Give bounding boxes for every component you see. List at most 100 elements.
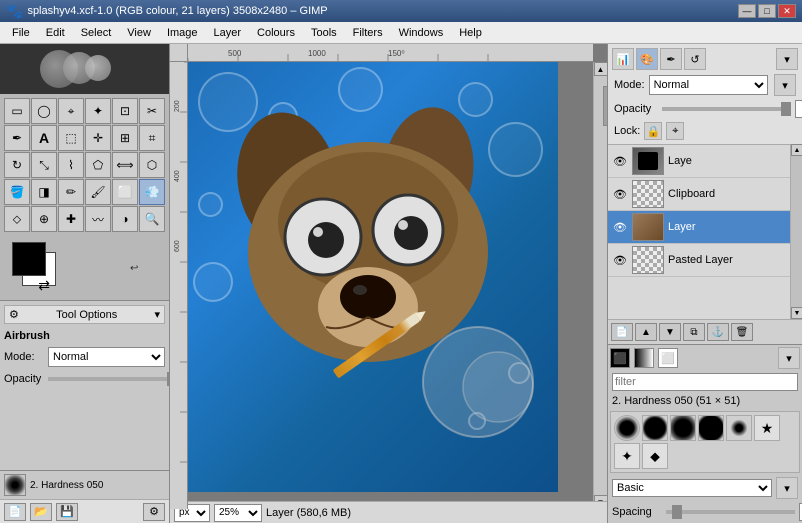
- menu-select[interactable]: Select: [73, 25, 120, 41]
- vscroll-thumb[interactable]: [603, 86, 608, 126]
- menu-colours[interactable]: Colours: [249, 25, 303, 41]
- text-tool[interactable]: A: [31, 125, 57, 151]
- menu-view[interactable]: View: [119, 25, 159, 41]
- anchor-layer-button[interactable]: ⚓: [707, 323, 729, 341]
- menu-file[interactable]: File: [4, 25, 38, 41]
- panel-menu-icon[interactable]: ▾: [776, 48, 798, 70]
- colors-icon[interactable]: 🎨: [636, 48, 658, 70]
- brush-gradient-icon[interactable]: [634, 348, 654, 368]
- layer-item[interactable]: 👁 Layer: [608, 211, 790, 244]
- shear-tool[interactable]: ⌇: [58, 152, 84, 178]
- layers-vscroll[interactable]: ▲ ▼: [790, 144, 802, 319]
- brush-item[interactable]: ★: [754, 415, 780, 441]
- heal-tool[interactable]: ✚: [58, 206, 84, 232]
- perspective-tool[interactable]: ⬠: [85, 152, 111, 178]
- layer-visibility-icon[interactable]: 👁: [612, 186, 628, 202]
- menu-tools[interactable]: Tools: [303, 25, 345, 41]
- foreground-color[interactable]: [12, 242, 46, 276]
- mode-select[interactable]: Normal Multiply Screen: [48, 347, 165, 367]
- maximize-button[interactable]: □: [758, 4, 776, 18]
- minimize-button[interactable]: —: [738, 4, 756, 18]
- brush-tags-select[interactable]: Basic: [612, 479, 772, 497]
- brush-filter-input[interactable]: [612, 373, 798, 391]
- measure-tool[interactable]: ⬚: [58, 125, 84, 151]
- layer-opacity-slider[interactable]: [662, 107, 791, 111]
- layers-scroll-up[interactable]: ▲: [791, 144, 802, 156]
- layers-scroll-down[interactable]: ▼: [791, 307, 802, 319]
- brush-item[interactable]: ✦: [614, 443, 640, 469]
- new-image-button[interactable]: 📄: [4, 503, 26, 521]
- free-select-tool[interactable]: ⌖: [58, 98, 84, 124]
- layer-item[interactable]: 👁 Pasted Layer: [608, 244, 790, 277]
- raise-layer-button[interactable]: ▲: [635, 323, 657, 341]
- opacity-slider[interactable]: [48, 377, 170, 381]
- by-color-tool[interactable]: ⊡: [112, 98, 138, 124]
- paintbrush-tool[interactable]: 🖌: [85, 179, 111, 205]
- layer-opacity-value[interactable]: 100,0: [795, 100, 802, 118]
- brush-item[interactable]: ●: [642, 415, 668, 441]
- panel-options-icon[interactable]: ▾: [774, 74, 796, 96]
- history-icon[interactable]: ↺: [684, 48, 706, 70]
- rect-select-tool[interactable]: ▭: [4, 98, 30, 124]
- spacing-slider[interactable]: [666, 510, 795, 514]
- brush-black-icon[interactable]: ⬛: [610, 348, 630, 368]
- canvas-scroll[interactable]: [188, 62, 593, 509]
- clone-tool[interactable]: ⊕: [31, 206, 57, 232]
- delete-layer-button[interactable]: 🗑: [731, 323, 753, 341]
- ellipse-select-tool[interactable]: ◯: [31, 98, 57, 124]
- close-button[interactable]: ✕: [778, 4, 796, 18]
- brush-white-icon[interactable]: ⬜: [658, 348, 678, 368]
- brushes-tags-menu-icon[interactable]: ▾: [776, 477, 798, 499]
- brush-item[interactable]: ⬥: [642, 443, 668, 469]
- settings-button[interactable]: ⚙: [143, 503, 165, 521]
- brush-item[interactable]: ●: [726, 415, 752, 441]
- zoom-tool[interactable]: 🔍: [139, 206, 165, 232]
- crop-tool[interactable]: ⌗: [139, 125, 165, 151]
- tool-options-header[interactable]: ⚙ Tool Options ▾: [4, 305, 165, 324]
- lower-layer-button[interactable]: ▼: [659, 323, 681, 341]
- layer-visibility-icon[interactable]: 👁: [612, 252, 628, 268]
- vertical-scrollbar[interactable]: ▲ ▼: [593, 62, 607, 509]
- paths-tool[interactable]: ✒: [4, 125, 30, 151]
- swap-colors-icon[interactable]: ⇄: [38, 277, 50, 294]
- lock-pixels-icon[interactable]: 🔒: [644, 122, 662, 140]
- menu-layer[interactable]: Layer: [206, 25, 250, 41]
- duplicate-layer-button[interactable]: ⧉: [683, 323, 705, 341]
- cage-tool[interactable]: ⬡: [139, 152, 165, 178]
- rotate-tool[interactable]: ↻: [4, 152, 30, 178]
- pencil-tool[interactable]: ✏: [58, 179, 84, 205]
- fuzzy-select-tool[interactable]: ✦: [85, 98, 111, 124]
- save-image-button[interactable]: 💾: [56, 503, 78, 521]
- layers-scroll-track[interactable]: [791, 156, 802, 307]
- brush-item[interactable]: ●: [698, 415, 724, 441]
- blend-tool[interactable]: ◨: [31, 179, 57, 205]
- lock-position-icon[interactable]: ⌖: [666, 122, 684, 140]
- brush-item[interactable]: ●: [670, 415, 696, 441]
- move-tool[interactable]: ✛: [85, 125, 111, 151]
- ink-tool[interactable]: ⬦: [4, 206, 30, 232]
- menu-help[interactable]: Help: [451, 25, 490, 41]
- airbrush-tool[interactable]: 💨: [139, 179, 165, 205]
- paths-icon[interactable]: ✒: [660, 48, 682, 70]
- open-image-button[interactable]: 📂: [30, 503, 52, 521]
- layer-item[interactable]: 👁 Laye: [608, 145, 790, 178]
- eraser-tool[interactable]: ⬜: [112, 179, 138, 205]
- menu-image[interactable]: Image: [159, 25, 206, 41]
- layer-visibility-icon[interactable]: 👁: [612, 153, 628, 169]
- dodge-tool[interactable]: ◑: [112, 206, 138, 232]
- layer-visibility-icon[interactable]: 👁: [612, 219, 628, 235]
- smudge-tool[interactable]: 〰: [85, 206, 111, 232]
- zoom-select[interactable]: 25% 50% 100%: [214, 504, 262, 522]
- flip-tool[interactable]: ⟺: [112, 152, 138, 178]
- menu-filters[interactable]: Filters: [345, 25, 391, 41]
- scissors-tool[interactable]: ✂: [139, 98, 165, 124]
- menu-windows[interactable]: Windows: [391, 25, 452, 41]
- scale-tool[interactable]: ⤡: [31, 152, 57, 178]
- bucket-tool[interactable]: 🪣: [4, 179, 30, 205]
- menu-edit[interactable]: Edit: [38, 25, 73, 41]
- scroll-up-arrow[interactable]: ▲: [594, 62, 608, 76]
- new-layer-button[interactable]: 📄: [611, 323, 633, 341]
- brush-item[interactable]: ●: [614, 415, 640, 441]
- channels-icon[interactable]: 📊: [612, 48, 634, 70]
- layer-item[interactable]: 👁 Clipboard: [608, 178, 790, 211]
